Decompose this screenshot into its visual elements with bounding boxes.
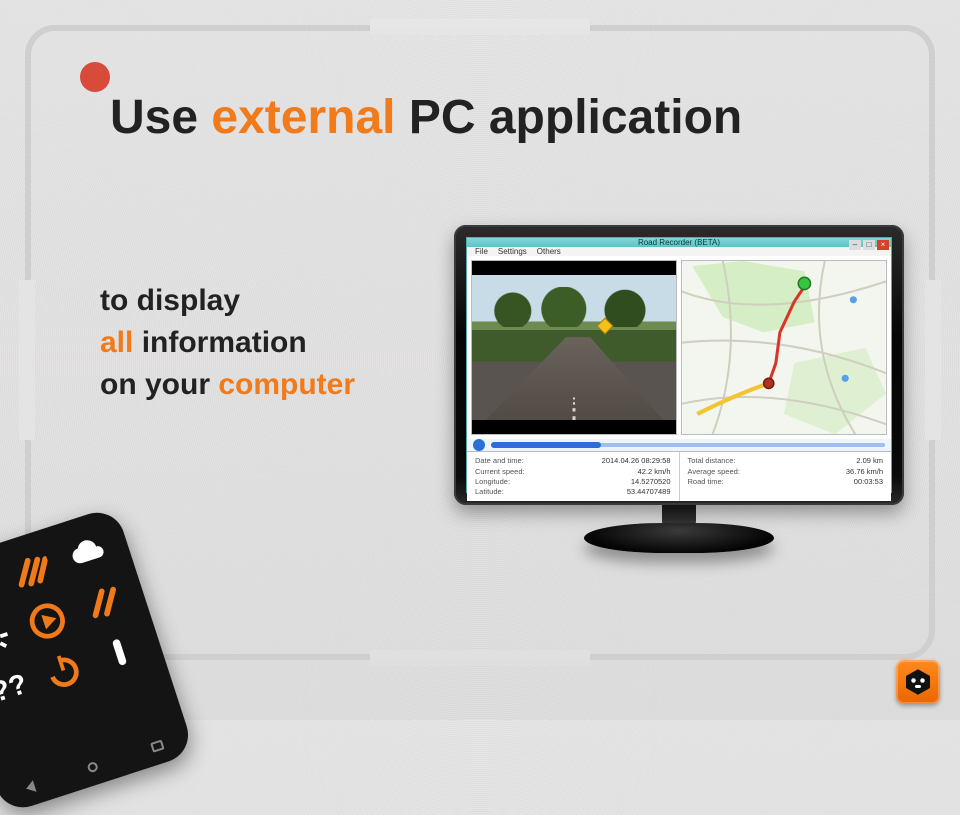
body-line-3-pre: on your xyxy=(100,368,218,401)
video-pane xyxy=(471,260,677,435)
map-poi-icon xyxy=(850,296,857,303)
menu-settings[interactable]: Settings xyxy=(498,247,527,256)
app-window-title: Road Recorder (BETA) xyxy=(638,238,720,247)
stat-label: Latitude: xyxy=(475,487,504,497)
bar-icon xyxy=(96,628,144,676)
stat-row: Road time: 00:03:53 xyxy=(688,477,884,487)
stat-value: 42.2 km/h xyxy=(638,467,671,477)
maximize-button[interactable]: □ xyxy=(863,240,875,250)
menu-others[interactable]: Others xyxy=(537,247,561,256)
app-titlebar: Road Recorder (BETA) – □ × xyxy=(467,238,891,247)
stat-value: 53.44707489 xyxy=(627,487,671,497)
map-end-marker-icon xyxy=(798,277,810,289)
stripes-orange-icon xyxy=(7,548,55,596)
phone-navbar xyxy=(0,730,192,803)
frame-gap xyxy=(19,280,35,440)
title-bullet-icon xyxy=(80,62,110,92)
stat-value: 14.5270520 xyxy=(631,477,671,487)
monitor-base xyxy=(584,523,774,553)
title-highlight: external xyxy=(211,91,395,144)
brand-logo xyxy=(896,660,940,704)
stat-label: Road time: xyxy=(688,477,724,487)
close-button[interactable]: × xyxy=(877,240,889,250)
body-line-2-rest: information xyxy=(133,326,306,359)
question-icon: ?? xyxy=(0,665,31,713)
stat-label: Longitude: xyxy=(475,477,510,487)
stat-label: Date and time: xyxy=(475,456,524,466)
stat-label: Current speed: xyxy=(475,467,525,477)
map-start-marker-icon xyxy=(764,378,774,388)
svg-text:??: ?? xyxy=(0,668,31,709)
stats-right: Total distance: 2.09 km Average speed: 36.… xyxy=(679,452,892,501)
stat-row: Date and time: 2014.04.26 08:29:58 xyxy=(475,456,671,466)
map-poi-icon xyxy=(842,375,849,382)
app-menubar: File Settings Others xyxy=(467,247,891,256)
app-panels xyxy=(467,256,891,439)
recent-icon xyxy=(150,740,165,753)
stat-row: Total distance: 2.09 km xyxy=(688,456,884,466)
orange-stripes-icon xyxy=(80,579,128,627)
title-post: PC application xyxy=(396,91,743,144)
playback-controls xyxy=(467,439,891,451)
body-line-2: all information xyxy=(100,322,355,364)
minimize-button[interactable]: – xyxy=(849,240,861,250)
home-icon xyxy=(87,761,100,774)
title-pre: Use xyxy=(110,91,211,144)
cloud-icon xyxy=(64,529,112,577)
stat-row: Average speed: 36.76 km/h xyxy=(688,467,884,477)
slide-body: to display all information on your compu… xyxy=(100,280,355,406)
stat-value: 36.76 km/h xyxy=(846,467,883,477)
slide-title: Use external PC application xyxy=(110,90,742,145)
seek-slider[interactable] xyxy=(491,443,885,447)
frame-gap xyxy=(925,280,941,440)
body-line-3: on your computer xyxy=(100,364,355,406)
stat-value: 2.09 km xyxy=(856,456,883,466)
frame-gap xyxy=(370,19,590,35)
menu-file[interactable]: File xyxy=(475,247,488,256)
power-icon xyxy=(39,647,87,695)
stat-row: Current speed: 42.2 km/h xyxy=(475,467,671,477)
stats-left: Date and time: 2014.04.26 08:29:58 Curren… xyxy=(467,452,679,501)
stat-row: Longitude: 14.5270520 xyxy=(475,477,671,487)
window-controls: – □ × xyxy=(849,240,889,250)
play-button[interactable] xyxy=(473,439,485,451)
back-icon xyxy=(24,780,36,794)
stat-label: Total distance: xyxy=(688,456,736,466)
stats-panel: Date and time: 2014.04.26 08:29:58 Curren… xyxy=(467,451,891,501)
frame-gap xyxy=(370,650,590,666)
stat-value: 2014.04.26 08:29:58 xyxy=(602,456,671,466)
body-line-2-hl: all xyxy=(100,326,133,359)
stat-row: Latitude: 53.44707489 xyxy=(475,487,671,497)
body-line-3-hl: computer xyxy=(218,368,355,401)
monitor-illustration: Road Recorder (BETA) – □ × File Settings… xyxy=(454,225,904,565)
play-circle-icon xyxy=(23,597,71,645)
app-window: Road Recorder (BETA) – □ × File Settings… xyxy=(466,237,892,493)
map-pane xyxy=(681,260,887,435)
stat-value: 00:03:53 xyxy=(854,477,883,487)
stat-label: Average speed: xyxy=(688,467,740,477)
monitor-bezel: Road Recorder (BETA) – □ × File Settings… xyxy=(454,225,904,505)
body-line-1: to display xyxy=(100,280,355,322)
gear-icon xyxy=(0,615,15,663)
